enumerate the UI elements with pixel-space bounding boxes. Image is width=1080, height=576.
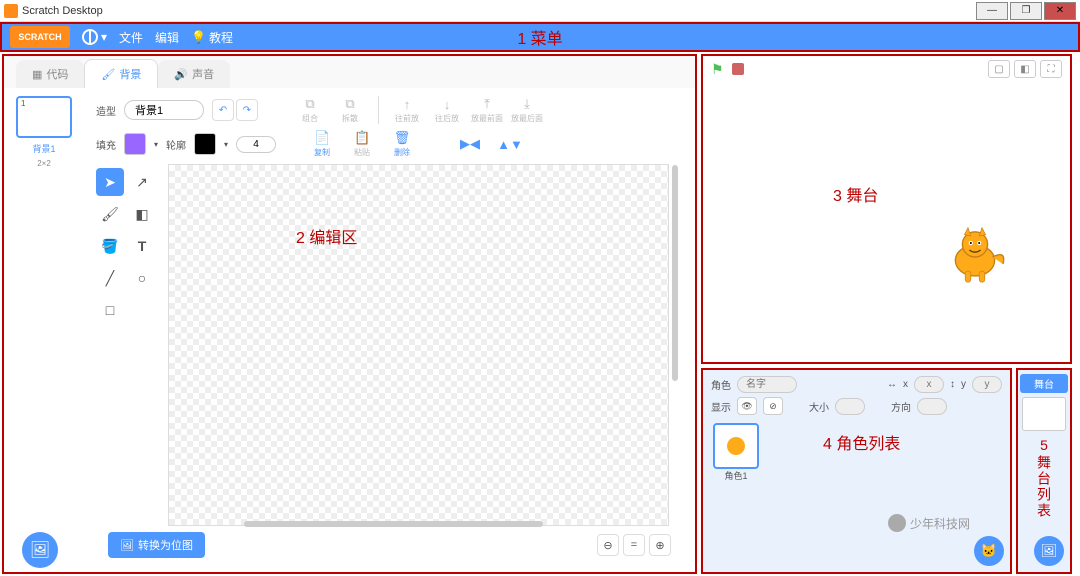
sprite-label: 角色 (711, 377, 731, 392)
window-title: Scratch Desktop (22, 5, 103, 17)
rect-tool[interactable]: □ (96, 296, 124, 324)
costume-thumb[interactable]: 1 (16, 96, 72, 138)
stage-large-button[interactable]: ◧ (1014, 60, 1036, 78)
show-button[interactable]: 👁 (737, 397, 757, 415)
tool-palette: ➤ ↗ 🖌 ◧ 🪣 T ╱ ○ □ (96, 164, 160, 526)
sprite-panel: 角色 ↔ x ↕ y 显示 👁 ⊘ 大小 方向 (701, 368, 1012, 574)
show-label: 显示 (711, 399, 731, 414)
stage-list-header: 舞台 (1020, 374, 1068, 393)
file-menu[interactable]: 文件 (119, 29, 143, 46)
zoom-in-button[interactable]: ⊕ (649, 534, 671, 556)
stage-canvas[interactable]: 3 舞台 (703, 82, 1070, 362)
app-icon (4, 4, 18, 18)
menu-bar: SCRATCH ▾ 文件 编辑 💡教程 1 菜单 (0, 22, 1080, 52)
reshape-tool[interactable]: ↗ (128, 168, 156, 196)
sprite-name-input[interactable] (737, 376, 797, 393)
delete-button[interactable]: 🗑删除 (386, 130, 418, 158)
minimize-button[interactable]: — (976, 2, 1008, 20)
costume-thumb-dim: 2×2 (37, 159, 51, 168)
scratch-cat-sprite[interactable] (940, 222, 1010, 292)
backward-button[interactable]: ↓往后放 (431, 97, 463, 124)
green-flag-button[interactable]: ⚑ (711, 61, 724, 78)
costume-label: 造型 (96, 103, 116, 118)
fill-tool[interactable]: 🪣 (96, 232, 124, 260)
undo-button[interactable]: ↶ (212, 99, 234, 121)
stroke-width-input[interactable] (236, 136, 276, 153)
sprite-size-input[interactable] (835, 398, 865, 415)
zoom-reset-button[interactable]: = (623, 534, 645, 556)
stroke-label: 轮廓 (166, 137, 186, 152)
circle-tool[interactable]: ○ (128, 264, 156, 292)
canvas-scrollbar-h[interactable] (244, 521, 543, 527)
brush-tool[interactable]: 🖌 (96, 200, 124, 228)
stage-thumb[interactable] (1022, 397, 1066, 431)
sprite-x-input[interactable] (914, 376, 944, 393)
back-button[interactable]: ⤓放最后面 (511, 96, 543, 124)
tab-backdrops[interactable]: 🖌 背景 (84, 59, 158, 88)
zoom-out-button[interactable]: ⊖ (597, 534, 619, 556)
stage-small-button[interactable]: ▢ (988, 60, 1010, 78)
size-label: 大小 (809, 399, 829, 414)
redo-button[interactable]: ↷ (236, 99, 258, 121)
line-tool[interactable]: ╱ (96, 264, 124, 292)
watermark: 少年科技网 (888, 514, 970, 532)
costume-name-input[interactable] (124, 100, 204, 120)
editor-panel: ▦ 代码 🖌 背景 🔊 声音 1 背景1 2×2 造型 ↶ ↷ (2, 54, 697, 574)
group-button[interactable]: ⧉组合 (294, 96, 326, 124)
stroke-color-picker[interactable] (194, 133, 216, 155)
flip-v-button[interactable]: ▲▼ (494, 137, 526, 152)
sprite-thumb[interactable] (713, 423, 759, 469)
canvas-scrollbar-v[interactable] (672, 165, 678, 381)
annotation-sprites: 4 角色列表 (823, 430, 900, 454)
copy-button[interactable]: 📄复制 (306, 130, 338, 158)
paint-canvas[interactable] (168, 164, 669, 526)
sprite-direction-input[interactable] (917, 398, 947, 415)
eraser-tool[interactable]: ◧ (128, 200, 156, 228)
forward-button[interactable]: ↑往前放 (391, 97, 423, 124)
language-menu[interactable]: ▾ (82, 29, 107, 45)
scratch-logo: SCRATCH (10, 26, 70, 48)
fill-color-picker[interactable] (124, 133, 146, 155)
wechat-icon (888, 514, 906, 532)
maximize-button[interactable]: ❐ (1010, 2, 1042, 20)
fill-label: 填充 (96, 137, 116, 152)
tutorials-menu[interactable]: 💡教程 (191, 29, 233, 46)
flip-h-button[interactable]: ▶◀ (454, 136, 486, 152)
sprite-thumb-label: 角色1 (724, 469, 747, 482)
add-sprite-fab[interactable]: 🐱 (974, 536, 1004, 566)
add-backdrop-fab[interactable]: 🖼 (22, 532, 58, 568)
front-button[interactable]: ⤒放最前面 (471, 96, 503, 124)
titlebar: Scratch Desktop — ❐ ✕ (0, 0, 1080, 22)
tab-code[interactable]: ▦ 代码 (16, 60, 84, 88)
annotation-stage: 3 舞台 (833, 182, 878, 206)
globe-icon (82, 29, 98, 45)
costume-list: 1 背景1 2×2 (4, 88, 84, 572)
direction-label: 方向 (891, 399, 911, 414)
stage-list-panel: 舞台 5舞台列表 🖼 (1016, 368, 1072, 574)
tab-sounds[interactable]: 🔊 声音 (158, 60, 230, 88)
stage-area: ⚑ ▢ ◧ ⛶ 3 舞台 (701, 54, 1072, 364)
select-tool[interactable]: ➤ (96, 168, 124, 196)
bulb-icon: 💡 (191, 30, 206, 44)
annotation-menu: 1 菜单 (517, 25, 562, 49)
text-tool[interactable]: T (128, 232, 156, 260)
edit-menu[interactable]: 编辑 (155, 29, 179, 46)
tabs: ▦ 代码 🖌 背景 🔊 声音 (4, 56, 695, 88)
ungroup-button[interactable]: ⧉拆散 (334, 96, 366, 124)
close-button[interactable]: ✕ (1044, 2, 1076, 20)
annotation-stagelist: 5舞台列表 (1034, 437, 1054, 519)
paste-button[interactable]: 📋粘贴 (346, 130, 378, 158)
add-stage-fab[interactable]: 🖼 (1034, 536, 1064, 566)
costume-thumb-label: 背景1 (32, 142, 55, 155)
stop-button[interactable] (732, 63, 744, 75)
sprite-y-input[interactable] (972, 376, 1002, 393)
convert-bitmap-button[interactable]: 🖼 转换为位图 (108, 532, 205, 558)
fullscreen-button[interactable]: ⛶ (1040, 60, 1062, 78)
hide-button[interactable]: ⊘ (763, 397, 783, 415)
